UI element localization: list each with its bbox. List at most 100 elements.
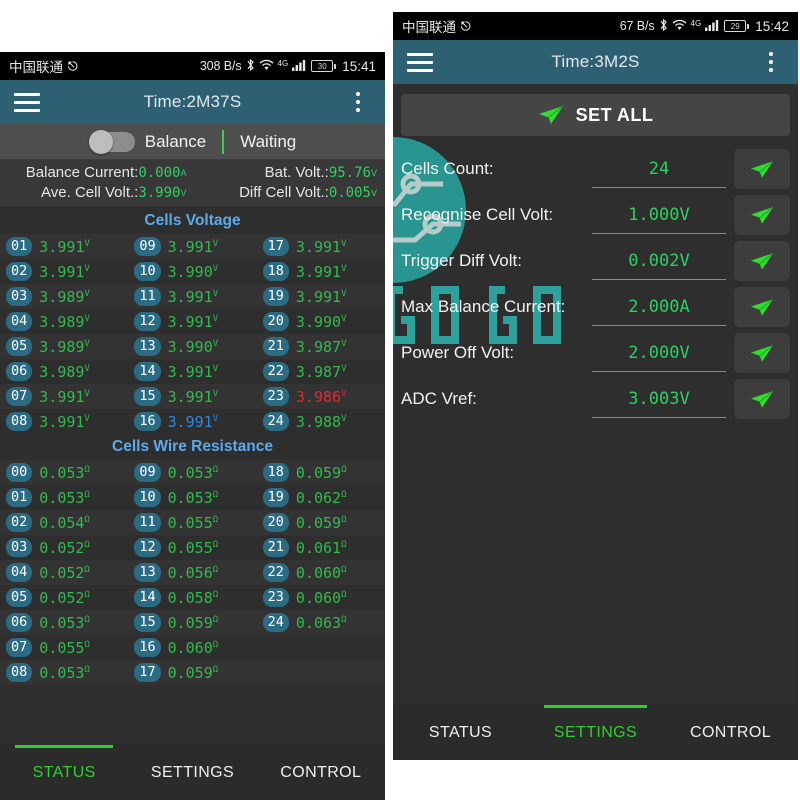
cell-entry: 24 3.988V	[257, 409, 385, 434]
cell-unit: V	[84, 338, 90, 349]
cell-entry: 06 0.053Ω	[0, 610, 128, 635]
diff-cell-volt-label: Diff Cell Volt.:	[239, 184, 329, 201]
setting-input[interactable]: 3.003V	[592, 380, 726, 418]
diff-cell-volt-value: 0.005	[328, 185, 371, 201]
setting-label: Power Off Volt:	[401, 343, 515, 362]
ave-cell-volt-field: Ave. Cell Volt.: 3.990 V	[0, 183, 193, 203]
tab-settings[interactable]: SETTINGS	[528, 705, 663, 760]
cell-unit: V	[84, 263, 90, 274]
setting-send-button[interactable]	[734, 379, 790, 419]
cell-value: 3.988V	[295, 412, 347, 431]
cell-index-badge: 08	[6, 663, 33, 682]
setting-value: 0.002V	[628, 250, 690, 271]
cell-unit: V	[84, 363, 90, 374]
hamburger-menu-icon[interactable]	[407, 52, 433, 72]
tab-control[interactable]: CONTROL	[257, 745, 385, 800]
cell-value: 0.053Ω	[167, 488, 219, 507]
network-type-label: 4G	[690, 18, 702, 28]
cell-index-badge: 15	[134, 387, 161, 406]
cell-value: 0.059Ω	[167, 613, 219, 632]
cell-value: 0.054Ω	[39, 513, 90, 532]
cell-index-badge: 21	[262, 337, 289, 356]
send-plane-icon	[750, 252, 774, 271]
cell-value: 3.989V	[39, 337, 90, 356]
signal-bars-icon	[705, 19, 719, 34]
setting-input[interactable]: 24	[592, 150, 726, 188]
setting-send-button[interactable]	[734, 333, 790, 373]
cell-value: 0.052Ω	[39, 588, 90, 607]
send-plane-icon	[538, 105, 564, 125]
cell-value: 0.059Ω	[295, 463, 347, 482]
cell-unit: V	[212, 313, 219, 324]
cell-value: 3.991V	[39, 237, 90, 256]
setting-send-button[interactable]	[734, 241, 790, 281]
cell-unit: Ω	[212, 464, 219, 475]
balance-toggle[interactable]	[88, 129, 135, 154]
cell-unit: Ω	[341, 564, 347, 575]
left-app-bar: Time:2M37S	[0, 80, 385, 124]
carrier-area: 中国联通 ⎋	[402, 16, 471, 36]
cell-index-badge: 17	[134, 663, 161, 682]
cell-index-badge: 22	[262, 362, 289, 381]
cell-unit: Ω	[341, 539, 347, 550]
setting-label: Max Balance Current:	[401, 297, 566, 316]
cell-entry: 12 3.991V	[128, 309, 256, 334]
setting-input[interactable]: 2.000V	[592, 334, 726, 372]
cell-index-badge: 02	[6, 513, 33, 532]
cell-unit: Ω	[84, 639, 90, 650]
cell-unit: V	[84, 388, 90, 399]
cell-entry: 04 0.052Ω	[0, 560, 128, 585]
cell-entry: 01 3.991V	[0, 234, 128, 259]
cell-entry: 20 3.990V	[257, 309, 385, 334]
cell-value: 3.991V	[39, 412, 90, 431]
cell-entry: 16 3.991V	[128, 409, 256, 434]
cell-value: 0.053Ω	[167, 463, 219, 482]
cell-unit: V	[341, 363, 347, 374]
setting-send-button[interactable]	[734, 287, 790, 327]
kebab-menu-icon[interactable]	[345, 91, 371, 113]
setting-input[interactable]: 1.000V	[592, 196, 726, 234]
tab-settings[interactable]: SETTINGS	[128, 745, 256, 800]
cell-index-badge: 20	[262, 513, 289, 532]
cell-value: 0.053Ω	[39, 613, 90, 632]
tab-label: STATUS	[428, 723, 493, 741]
cell-unit: V	[84, 238, 90, 249]
setting-input[interactable]: 2.000A	[592, 288, 726, 326]
usb-icon: ⎋	[68, 58, 78, 73]
balance-current-unit: A	[180, 168, 187, 178]
cell-entry: 07 0.055Ω	[0, 635, 128, 660]
cell-unit: Ω	[212, 564, 219, 575]
hamburger-menu-icon[interactable]	[14, 92, 40, 112]
tab-control[interactable]: CONTROL	[663, 705, 798, 760]
cell-unit: V	[341, 338, 347, 349]
setting-input[interactable]: 0.002V	[592, 242, 726, 280]
cell-value: 3.990V	[295, 312, 347, 331]
cell-value: 3.991V	[167, 412, 219, 431]
table-row: 03 0.052Ω 12 0.055Ω 21 0.061Ω	[0, 535, 385, 560]
setting-send-button[interactable]	[734, 149, 790, 189]
table-row: 08 3.991V 16 3.991V 24 3.988V	[0, 409, 385, 434]
setting-send-button[interactable]	[734, 195, 790, 235]
send-plane-icon	[750, 206, 774, 225]
setting-row: ADC Vref: 3.003V	[401, 376, 790, 422]
carrier-area: 中国联通 ⎋	[9, 56, 78, 76]
table-row: 06 0.053Ω 15 0.059Ω 24 0.063Ω	[0, 610, 385, 635]
table-row: 08 0.053Ω 17 0.059Ω	[0, 660, 385, 685]
cell-unit: V	[212, 288, 219, 299]
set-all-button[interactable]: SET ALL	[401, 94, 790, 136]
cell-value: 3.991V	[39, 262, 90, 281]
kebab-menu-icon[interactable]	[758, 51, 784, 73]
cell-entry: 02 3.991V	[0, 259, 128, 284]
tab-status[interactable]: STATUS	[0, 745, 128, 800]
tab-status[interactable]: STATUS	[393, 705, 528, 760]
cell-entry: 08 3.991V	[0, 409, 128, 434]
setting-label: Cells Count:	[401, 159, 494, 178]
cell-entry: 10 3.990V	[128, 259, 256, 284]
cell-value: 3.986V	[295, 387, 347, 406]
carrier-label: 中国联通	[402, 20, 456, 35]
cell-index-badge: 06	[6, 362, 33, 381]
cell-unit: Ω	[84, 464, 90, 475]
cell-index-badge: 14	[134, 362, 161, 381]
cell-entry: 05 3.989V	[0, 334, 128, 359]
left-phone-screen: 中国联通 ⎋ 308 B/s 4G 30 15:41 Time:2M37S Ba…	[0, 52, 385, 800]
